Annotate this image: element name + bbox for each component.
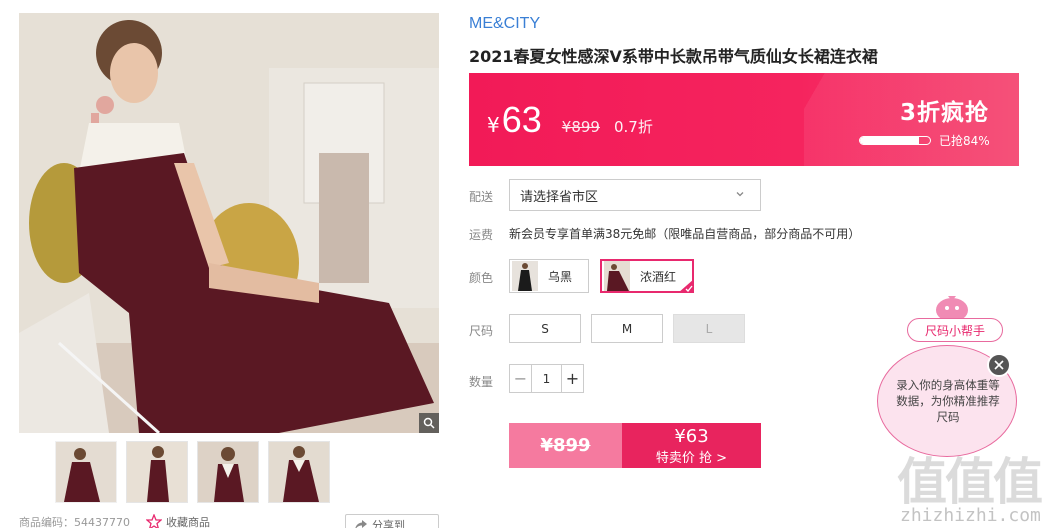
- product-code-label: 商品编码：: [19, 516, 74, 528]
- size-helper-text: 录入你的身高体重等数据，为你精准推荐尺码: [896, 378, 1000, 424]
- sale-price: 63: [501, 99, 542, 140]
- sold-progress-bar: [859, 136, 931, 145]
- region-select[interactable]: 请选择省市区: [509, 179, 761, 211]
- quantity-stepper: − 1 +: [509, 364, 584, 393]
- zoom-icon[interactable]: [419, 413, 439, 433]
- quantity-label: 数量: [469, 375, 494, 389]
- watermark-url: zhizhizhi.com: [900, 505, 1041, 526]
- buy-original-price[interactable]: ¥899: [509, 423, 622, 468]
- product-page: 商品编码： 54437770 收藏商品 分享到 ME&CITY 2021春夏女性…: [0, 0, 1047, 528]
- thumbnail[interactable]: [268, 441, 330, 503]
- chevron-down-icon: [736, 192, 744, 197]
- sold-progress: 已抢84%: [859, 132, 990, 149]
- buy-now-price: ¥63: [674, 426, 709, 447]
- color-swatch: [512, 261, 538, 291]
- thumbnail[interactable]: [55, 441, 117, 503]
- delivery-label: 配送: [469, 190, 494, 204]
- thumbnail[interactable]: [197, 441, 259, 503]
- check-icon: [678, 279, 694, 293]
- star-icon: [146, 514, 162, 528]
- sold-progress-fill: [860, 137, 919, 144]
- original-price: ¥899: [561, 118, 600, 136]
- close-icon[interactable]: [987, 353, 1011, 377]
- watermark-logo: 值值值: [897, 453, 1043, 511]
- size-label: 尺码: [469, 324, 494, 338]
- thumbnail[interactable]: [126, 441, 188, 503]
- size-helper-button[interactable]: 尺码小帮手: [907, 318, 1003, 342]
- thumbnail-strip: [55, 441, 330, 503]
- share-button[interactable]: 分享到: [345, 514, 439, 528]
- favorite-button[interactable]: 收藏商品: [146, 514, 210, 528]
- buy-now-label: 特卖价 抢 >: [655, 451, 728, 466]
- color-option-wine-red[interactable]: 浓酒红: [600, 259, 694, 293]
- favorite-label: 收藏商品: [166, 516, 210, 528]
- buy-now-button[interactable]: ¥63 特卖价 抢 >: [622, 423, 761, 468]
- product-title: 2021春夏女性感深V系带中长款吊带气质仙女长裙连衣裙: [469, 47, 878, 66]
- price-group: ¥ 63 ¥899 0.7折: [487, 99, 653, 141]
- quantity-increase-button[interactable]: +: [561, 365, 583, 392]
- sold-percent-text: 已抢84%: [939, 134, 990, 148]
- currency-symbol: ¥: [487, 113, 500, 137]
- share-icon: [355, 520, 367, 528]
- discount-rate: 0.7折: [613, 118, 653, 136]
- color-swatch: [604, 261, 630, 291]
- brand-link[interactable]: ME&CITY: [469, 15, 540, 33]
- product-code-value: 54437770: [74, 515, 130, 528]
- color-label: 颜色: [469, 271, 494, 285]
- region-select-value: 请选择省市区: [520, 189, 599, 205]
- size-option-l: L: [673, 314, 745, 343]
- quantity-decrease-button[interactable]: −: [510, 365, 532, 392]
- flash-sale-label: 3折疯抢: [899, 100, 989, 126]
- shipping-label: 运费: [469, 228, 494, 242]
- share-label: 分享到: [372, 519, 405, 528]
- color-option-black[interactable]: 乌黑: [509, 259, 589, 293]
- color-option-label: 乌黑: [548, 269, 573, 284]
- size-option-m[interactable]: M: [591, 314, 663, 343]
- color-option-label: 浓酒红: [640, 269, 677, 284]
- quantity-value[interactable]: 1: [532, 365, 561, 392]
- price-banner: ¥ 63 ¥899 0.7折 3折疯抢 已抢84%: [469, 73, 1019, 166]
- main-product-image[interactable]: [19, 13, 439, 433]
- shipping-text: 新会员专享首单满38元免邮（限唯品自营商品，部分商品不可用）: [509, 227, 861, 241]
- size-option-s[interactable]: S: [509, 314, 581, 343]
- product-meta: 商品编码： 54437770 收藏商品: [19, 514, 210, 528]
